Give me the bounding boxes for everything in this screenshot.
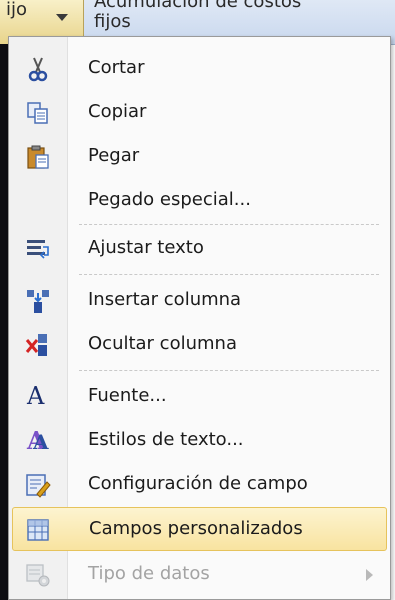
column-header-right[interactable]: Acumulación de costos fijos xyxy=(94,0,394,36)
column-header-left-label: ijo xyxy=(6,0,28,20)
menu-item-ajustar-texto[interactable]: Ajustar texto xyxy=(12,227,387,271)
menu-item-estilos-de-texto[interactable]: A A Estilos de texto... xyxy=(12,419,387,463)
menu-item-fuente[interactable]: A Fuente... xyxy=(12,375,387,419)
context-menu: Cortar Copiar Pegar Pegado especial... A… xyxy=(8,36,391,600)
menu-item-label: Ajustar texto xyxy=(88,237,204,258)
text-styles-icon: A A xyxy=(27,426,49,455)
menu-item-label: Copiar xyxy=(88,101,147,122)
menu-item-label: Pegar xyxy=(88,145,140,166)
menu-item-label: Campos personalizados xyxy=(89,518,303,539)
paste-icon xyxy=(25,144,51,170)
copy-icon xyxy=(25,100,51,126)
column-header-right-line2: fijos xyxy=(94,11,131,32)
data-type-icon xyxy=(25,562,51,588)
menu-item-label: Estilos de texto... xyxy=(88,429,244,450)
menu-separator xyxy=(79,370,379,371)
menu-separator xyxy=(79,274,379,275)
menu-item-pegar[interactable]: Pegar xyxy=(12,135,387,179)
submenu-arrow-icon xyxy=(366,569,373,581)
menu-item-label: Cortar xyxy=(88,57,145,78)
menu-item-configuracion-de-campo[interactable]: Configuración de campo xyxy=(12,463,387,507)
menu-item-label: Tipo de datos xyxy=(88,563,210,584)
menu-item-campos-personalizados[interactable]: Campos personalizados xyxy=(12,507,387,551)
scissors-icon xyxy=(25,56,51,82)
menu-item-label: Configuración de campo xyxy=(88,473,308,494)
font-icon: A xyxy=(27,382,45,410)
column-header-right-line1: Acumulación de costos xyxy=(94,0,302,12)
menu-item-label: Insertar columna xyxy=(88,289,242,310)
menu-item-cortar[interactable]: Cortar xyxy=(12,47,387,91)
field-settings-icon xyxy=(25,472,51,498)
menu-item-label: Ocultar columna xyxy=(88,333,237,354)
menu-item-insertar-columna[interactable]: Insertar columna xyxy=(12,279,387,323)
menu-item-copiar[interactable]: Copiar xyxy=(12,91,387,135)
menu-separator xyxy=(79,224,379,225)
custom-fields-icon xyxy=(26,517,52,543)
menu-item-ocultar-columna[interactable]: Ocultar columna xyxy=(12,323,387,367)
wrap-text-icon xyxy=(25,236,51,262)
insert-column-icon xyxy=(25,288,51,314)
hide-column-icon xyxy=(25,332,51,358)
menu-item-tipo-de-datos: Tipo de datos xyxy=(12,553,387,597)
menu-item-label: Pegado especial... xyxy=(88,189,251,210)
menu-item-pegado-especial[interactable]: Pegado especial... xyxy=(12,179,387,223)
menu-item-label: Fuente... xyxy=(88,385,167,406)
dropdown-caret-icon[interactable] xyxy=(56,14,68,21)
